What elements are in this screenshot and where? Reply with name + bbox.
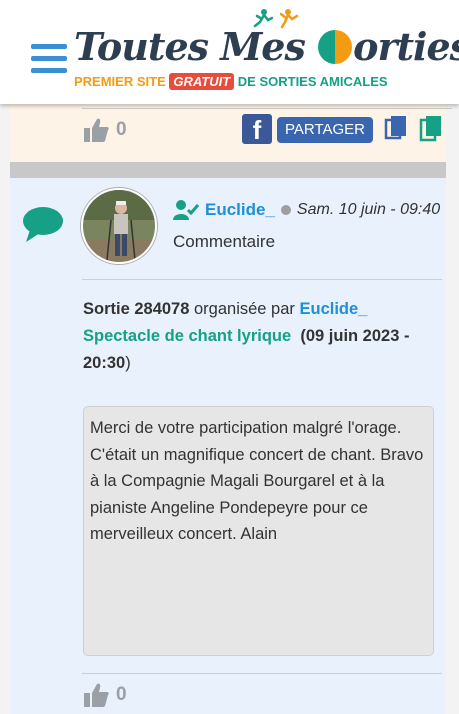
user-photo (83, 190, 155, 262)
comment-author-row: Euclide_ Sam. 10 juin - 09:40 (173, 200, 440, 220)
comment-bubble-icon (23, 207, 63, 242)
logo-tagline: PREMIER SITE GRATUIT DE SORTIES AMICALES (74, 73, 388, 90)
outing-id: Sortie 284078 (83, 300, 190, 318)
thumbs-up-icon (84, 118, 109, 142)
share-button[interactable]: PARTAGER (277, 117, 374, 143)
like-button[interactable]: 0 (82, 681, 127, 709)
copy-icon[interactable] (384, 116, 408, 142)
like-count: 0 (116, 119, 127, 140)
card-separator (10, 162, 446, 178)
avatar[interactable] (81, 188, 157, 264)
divider (82, 673, 442, 674)
logo-title: Toutes Mes orties (74, 24, 459, 69)
like-count: 0 (116, 684, 127, 705)
hamburger-menu-icon[interactable] (31, 44, 67, 74)
status-dot (280, 205, 291, 215)
divider (82, 108, 452, 109)
author-username[interactable]: Euclide_ (205, 200, 275, 220)
outing-organizer-link[interactable]: Euclide_ (299, 300, 367, 318)
like-button[interactable]: 0 (82, 116, 127, 144)
comment-date: Sam. 10 juin - 09:40 (296, 201, 441, 218)
thumbs-up-icon (84, 683, 109, 707)
app-header: Toutes Mes orties PREMIER SITE GRATUIT D… (0, 0, 459, 104)
divider (82, 279, 442, 280)
logo-s-emblem (318, 30, 353, 64)
user-check-icon (173, 200, 199, 220)
site-logo[interactable]: Toutes Mes orties PREMIER SITE GRATUIT D… (74, 8, 459, 96)
outing-info: Sortie 284078 organisée par Euclide_ Spe… (83, 300, 410, 372)
facebook-icon[interactable]: f (242, 114, 272, 145)
comment-card: Euclide_ Sam. 10 juin - 09:40 Commentair… (10, 178, 446, 714)
comment-type-label: Commentaire (173, 232, 276, 251)
outing-title-link[interactable]: Spectacle de chant lyrique (83, 327, 291, 345)
comment-message: Merci de votre participation malgré l'or… (83, 406, 434, 656)
previous-card-footer: 0 f PARTAGER (10, 104, 452, 162)
copy-icon[interactable] (419, 116, 443, 142)
